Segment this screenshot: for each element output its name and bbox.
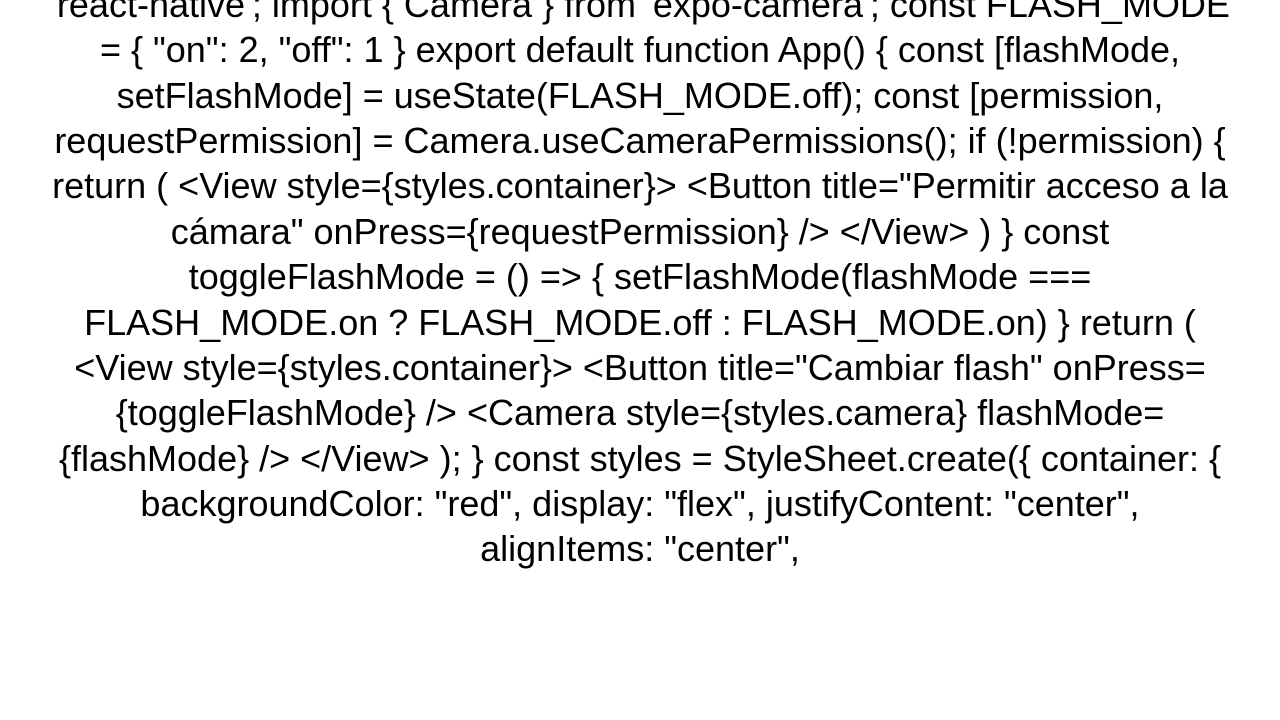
- code-snippet: 'react-native'; import { Camera } from '…: [50, 0, 1230, 572]
